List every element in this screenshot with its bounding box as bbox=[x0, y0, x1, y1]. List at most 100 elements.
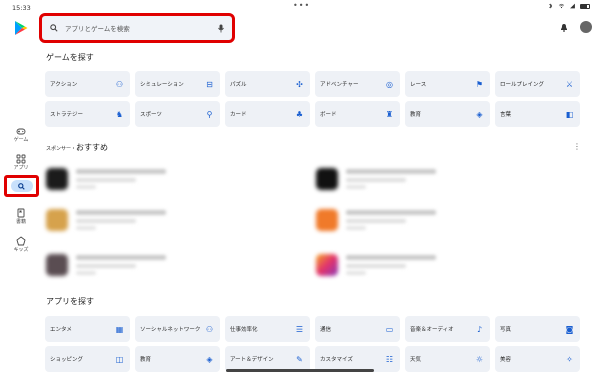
swords-icon: ⚔ bbox=[565, 79, 574, 89]
school-icon: ◈ bbox=[476, 109, 483, 119]
game-chip-simulation[interactable]: シミュレーション ⊟ bbox=[135, 71, 220, 97]
app-chip-weather[interactable]: 天気 ☼ bbox=[405, 346, 490, 372]
nav-item-games[interactable]: ゲーム bbox=[4, 126, 38, 143]
compass-icon: ◎ bbox=[386, 79, 393, 89]
status-bar: 15:33 ••• bbox=[0, 0, 600, 14]
game-chip-sports[interactable]: スポーツ ⚲ bbox=[135, 101, 220, 127]
nav-item-search[interactable] bbox=[4, 175, 39, 197]
beauty-icon: ✧ bbox=[566, 354, 573, 364]
gesture-navigation-bar[interactable] bbox=[226, 369, 374, 372]
nav-item-kids[interactable]: キッズ bbox=[4, 236, 38, 253]
app-chip-communication[interactable]: 通信 ▭ bbox=[315, 316, 400, 342]
app-chip-beauty[interactable]: 美容 ✧ bbox=[495, 346, 580, 372]
camera-icon: ◙ bbox=[565, 324, 574, 334]
sponsored-app-4[interactable] bbox=[316, 162, 436, 196]
app-chip-music[interactable]: 音楽＆オーディオ ♪ bbox=[405, 316, 490, 342]
search-input[interactable]: アプリとゲームを検索 bbox=[39, 13, 235, 43]
game-chip-puzzle[interactable]: パズル ✣ bbox=[225, 71, 310, 97]
action-icon: ⚇ bbox=[115, 79, 124, 89]
sponsored-title: スポンサー・おすすめ bbox=[46, 142, 108, 153]
app-chip-productivity[interactable]: 仕事効率化 ☰ bbox=[225, 316, 310, 342]
game-chip-card[interactable]: カード ♣ bbox=[225, 101, 310, 127]
nav-item-books[interactable]: 書籍 bbox=[4, 208, 38, 225]
game-chip-action[interactable]: アクション ⚇ bbox=[45, 71, 130, 97]
games-section-title: ゲームを探す bbox=[46, 53, 94, 62]
app-category-grid: エンタメ ▦ ソーシャルネットワーク ⚇ 仕事効率化 ☰ 通信 ▭ 音楽＆オーディオ ♪ … bbox=[45, 316, 585, 372]
app-icon bbox=[316, 254, 338, 276]
mic-icon[interactable] bbox=[218, 24, 224, 33]
blurred-app-info bbox=[346, 255, 436, 275]
apps-section-title: アプリを探す bbox=[46, 297, 94, 306]
app-chip-education[interactable]: 教育 ◈ bbox=[135, 346, 220, 372]
google-play-logo[interactable] bbox=[14, 20, 28, 36]
bag-icon: ◫ bbox=[115, 354, 124, 364]
blurred-app-info bbox=[346, 169, 436, 189]
battery-icon bbox=[580, 3, 590, 9]
nav-label-games: ゲーム bbox=[13, 137, 29, 143]
game-chip-education[interactable]: 教育 ◈ bbox=[405, 101, 490, 127]
sponsored-app-5[interactable] bbox=[316, 203, 436, 237]
avatar[interactable] bbox=[580, 21, 592, 33]
game-chip-rpg[interactable]: ロールプレイング ⚔ bbox=[495, 71, 580, 97]
sponsored-heading: おすすめ bbox=[76, 143, 109, 152]
more-options-icon[interactable]: ⋮ bbox=[573, 142, 581, 151]
book-icon bbox=[17, 208, 25, 218]
flag-icon: ⚑ bbox=[475, 79, 484, 89]
brush-icon: ✎ bbox=[296, 354, 303, 364]
kids-icon bbox=[16, 236, 26, 246]
sponsored-prefix: スポンサー・ bbox=[46, 146, 77, 152]
game-chip-racing[interactable]: レース ⚑ bbox=[405, 71, 490, 97]
school-icon: ◈ bbox=[206, 354, 213, 364]
blurred-app-info bbox=[76, 255, 166, 275]
sponsored-app-6[interactable] bbox=[316, 248, 436, 282]
puzzle-icon: ✣ bbox=[296, 79, 303, 89]
multitask-dots[interactable]: ••• bbox=[293, 1, 310, 10]
game-category-grid: アクション ⚇ シミュレーション ⊟ パズル ✣ アドベンチャー ◎ レース ⚑ ロールプ… bbox=[45, 71, 585, 127]
app-icon bbox=[316, 168, 338, 190]
nav-label-books: 書籍 bbox=[15, 219, 26, 225]
simulation-icon: ⊟ bbox=[206, 79, 213, 89]
game-chip-word[interactable]: 言葉 ◧ bbox=[495, 101, 580, 127]
people-icon: ⚇ bbox=[205, 324, 214, 334]
tune-icon: ☷ bbox=[385, 354, 394, 364]
game-chip-adventure[interactable]: アドベンチャー ◎ bbox=[315, 71, 400, 97]
apps-icon bbox=[16, 154, 26, 164]
nav-label-apps: アプリ bbox=[13, 165, 29, 171]
sports-icon: ⚲ bbox=[206, 109, 213, 119]
nav-item-apps[interactable]: アプリ bbox=[4, 154, 38, 171]
game-chip-board[interactable]: ボード ♜ bbox=[315, 101, 400, 127]
weather-icon: ☼ bbox=[475, 354, 484, 364]
card-icon: ♣ bbox=[295, 109, 304, 119]
blurred-app-info bbox=[346, 210, 436, 230]
music-icon: ♪ bbox=[476, 324, 483, 334]
app-icon bbox=[46, 168, 68, 190]
blurred-app-info bbox=[76, 169, 166, 189]
app-chip-social[interactable]: ソーシャルネットワーク ⚇ bbox=[135, 316, 220, 342]
search-icon bbox=[50, 24, 58, 32]
word-icon: ◧ bbox=[565, 109, 574, 119]
app-icon bbox=[46, 209, 68, 231]
nav-label-kids: キッズ bbox=[13, 247, 29, 253]
blurred-app-info bbox=[76, 210, 166, 230]
app-chip-entertainment[interactable]: エンタメ ▦ bbox=[45, 316, 130, 342]
sponsored-app-1[interactable] bbox=[46, 162, 166, 196]
app-chip-photo[interactable]: 写真 ◙ bbox=[495, 316, 580, 342]
app-icon bbox=[316, 209, 338, 231]
gamepad-icon bbox=[16, 128, 26, 135]
chat-icon: ▭ bbox=[385, 324, 394, 334]
list-icon: ☰ bbox=[295, 324, 304, 334]
bell-icon[interactable] bbox=[560, 23, 568, 32]
search-placeholder: アプリとゲームを検索 bbox=[65, 25, 130, 33]
board-icon: ♜ bbox=[385, 109, 394, 119]
sponsored-app-2[interactable] bbox=[46, 203, 166, 237]
nav-search-pill bbox=[10, 180, 33, 192]
game-chip-strategy[interactable]: ストラテジー ♞ bbox=[45, 101, 130, 127]
strategy-icon: ♞ bbox=[115, 109, 124, 119]
signal-icon bbox=[570, 3, 575, 9]
app-chip-shopping[interactable]: ショッピング ◫ bbox=[45, 346, 130, 372]
wifi-icon bbox=[558, 3, 565, 9]
sponsored-app-3[interactable] bbox=[46, 248, 166, 282]
app-icon bbox=[46, 254, 68, 276]
bluetooth-icon bbox=[549, 3, 553, 9]
status-icons bbox=[547, 3, 590, 9]
